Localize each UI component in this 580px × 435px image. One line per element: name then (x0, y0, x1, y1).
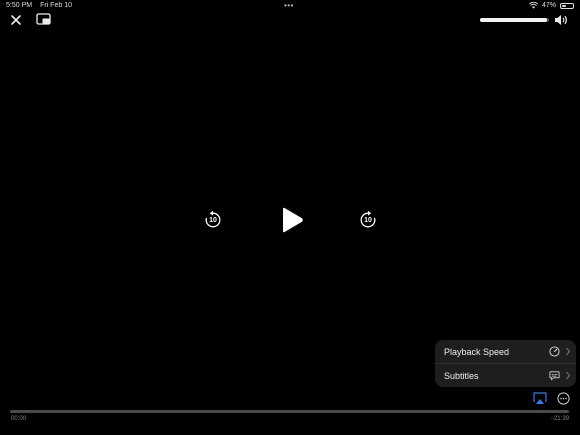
battery-percent: 47% (541, 2, 556, 9)
skip-back-seconds: 10 (209, 217, 217, 224)
wifi-icon (528, 2, 538, 9)
chevron-right-icon (566, 347, 571, 356)
status-bar-left: 5:50 PM Fri Feb 10 (6, 1, 72, 10)
speech-bubble-icon (549, 371, 560, 381)
menu-item-label: Playback Speed (444, 346, 510, 357)
skip-back-button[interactable]: 10 (203, 210, 223, 230)
video-player-screen: 5:50 PM Fri Feb 10 ••• 47% 10 10 Playbac… (0, 0, 580, 435)
battery-icon (560, 2, 574, 9)
more-options-icon[interactable] (557, 392, 570, 405)
options-menu: Playback Speed Subtitles (435, 340, 576, 387)
play-icon[interactable] (279, 206, 305, 234)
speaker-volume-icon[interactable] (553, 12, 569, 28)
picture-in-picture-icon[interactable] (35, 12, 53, 28)
multitasking-dots[interactable]: ••• (284, 1, 294, 10)
close-icon[interactable] (8, 12, 24, 28)
menu-item-playback-speed[interactable]: Playback Speed (435, 340, 576, 363)
skip-forward-button[interactable]: 10 (358, 210, 378, 230)
airplay-icon[interactable] (533, 392, 547, 405)
speedometer-icon (549, 346, 560, 357)
skip-forward-seconds: 10 (364, 217, 372, 224)
battery-fill (562, 4, 566, 7)
menu-item-subtitles[interactable]: Subtitles (435, 363, 576, 387)
status-time: 5:50 PM (6, 2, 33, 9)
status-bar-right: 47% (528, 1, 574, 10)
remaining-time: −21:39 (550, 416, 569, 422)
chevron-right-icon (566, 371, 571, 380)
volume-slider[interactable] (480, 18, 549, 22)
elapsed-time: 00:00 (11, 416, 27, 422)
status-date: Fri Feb 10 (40, 2, 72, 9)
playback-scrubber[interactable] (10, 410, 569, 413)
menu-item-label: Subtitles (444, 370, 479, 381)
volume-slider-fill (480, 18, 547, 22)
